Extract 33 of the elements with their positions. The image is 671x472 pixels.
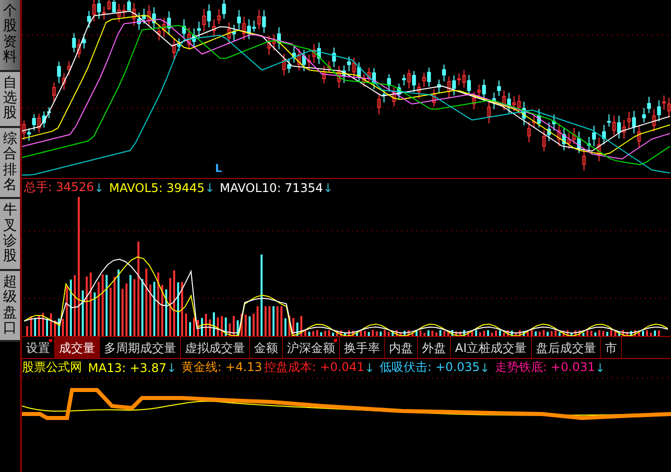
legend-value: 黄金线: +4.13 [182, 359, 262, 376]
indicator-tab[interactable]: 多周期成交量 [100, 337, 181, 358]
indicator-tab[interactable]: 金额 [250, 337, 283, 358]
sidebar-tab[interactable]: 自选股 [0, 72, 20, 128]
down-arrow-mark: ↓ [94, 180, 104, 194]
legend-value: MAVOL5: 39445 [109, 180, 205, 194]
down-arrow-mark: ↓ [480, 360, 490, 374]
legend-value: 控盘成本: +0.041 [264, 359, 364, 376]
indicator-title: 股票公式网 [22, 359, 82, 376]
legend-value: 总手: 34526 [24, 179, 94, 196]
legend-value: 走势铁底: +0.031 [494, 359, 596, 376]
down-arrow-mark: ↓ [322, 180, 334, 194]
indicator-tab[interactable]: 盘后成交量 [532, 337, 601, 358]
indicator-tab[interactable]: 内盘 [385, 337, 418, 358]
down-arrow-mark: ↓ [204, 180, 215, 194]
down-arrow-mark: ↓ [595, 360, 606, 374]
indicator-tab[interactable]: 虚拟成交量 [181, 337, 250, 358]
legend-value: MA13: +3.87 [88, 360, 166, 374]
indicator-tab[interactable]: 市 [600, 337, 622, 358]
down-arrow-mark: ↓ [364, 360, 374, 374]
indicator-tab[interactable]: 沪深金额 [283, 337, 340, 358]
indicator-tab[interactable]: 成交量 [55, 337, 100, 358]
legend-value: MAVOL10: 71354 [220, 180, 323, 194]
sidebar-tab[interactable]: 综合排名 [0, 128, 20, 200]
legend-value: 低吸伏击: +0.035 [380, 359, 480, 376]
sidebar-tab[interactable]: 个股资料 [0, 0, 20, 72]
sidebar-tab[interactable]: 牛叉诊股 [0, 199, 20, 271]
chart-marker: L [215, 163, 222, 174]
indicator-tab[interactable]: AI立桩成交量 [451, 337, 532, 358]
sidebar-tab[interactable]: 超级盘口 [0, 270, 20, 342]
indicator-tab[interactable]: 外盘 [418, 337, 451, 358]
down-arrow-mark: ↓ [166, 360, 177, 374]
indicator-tab[interactable]: 换手率 [340, 337, 385, 358]
